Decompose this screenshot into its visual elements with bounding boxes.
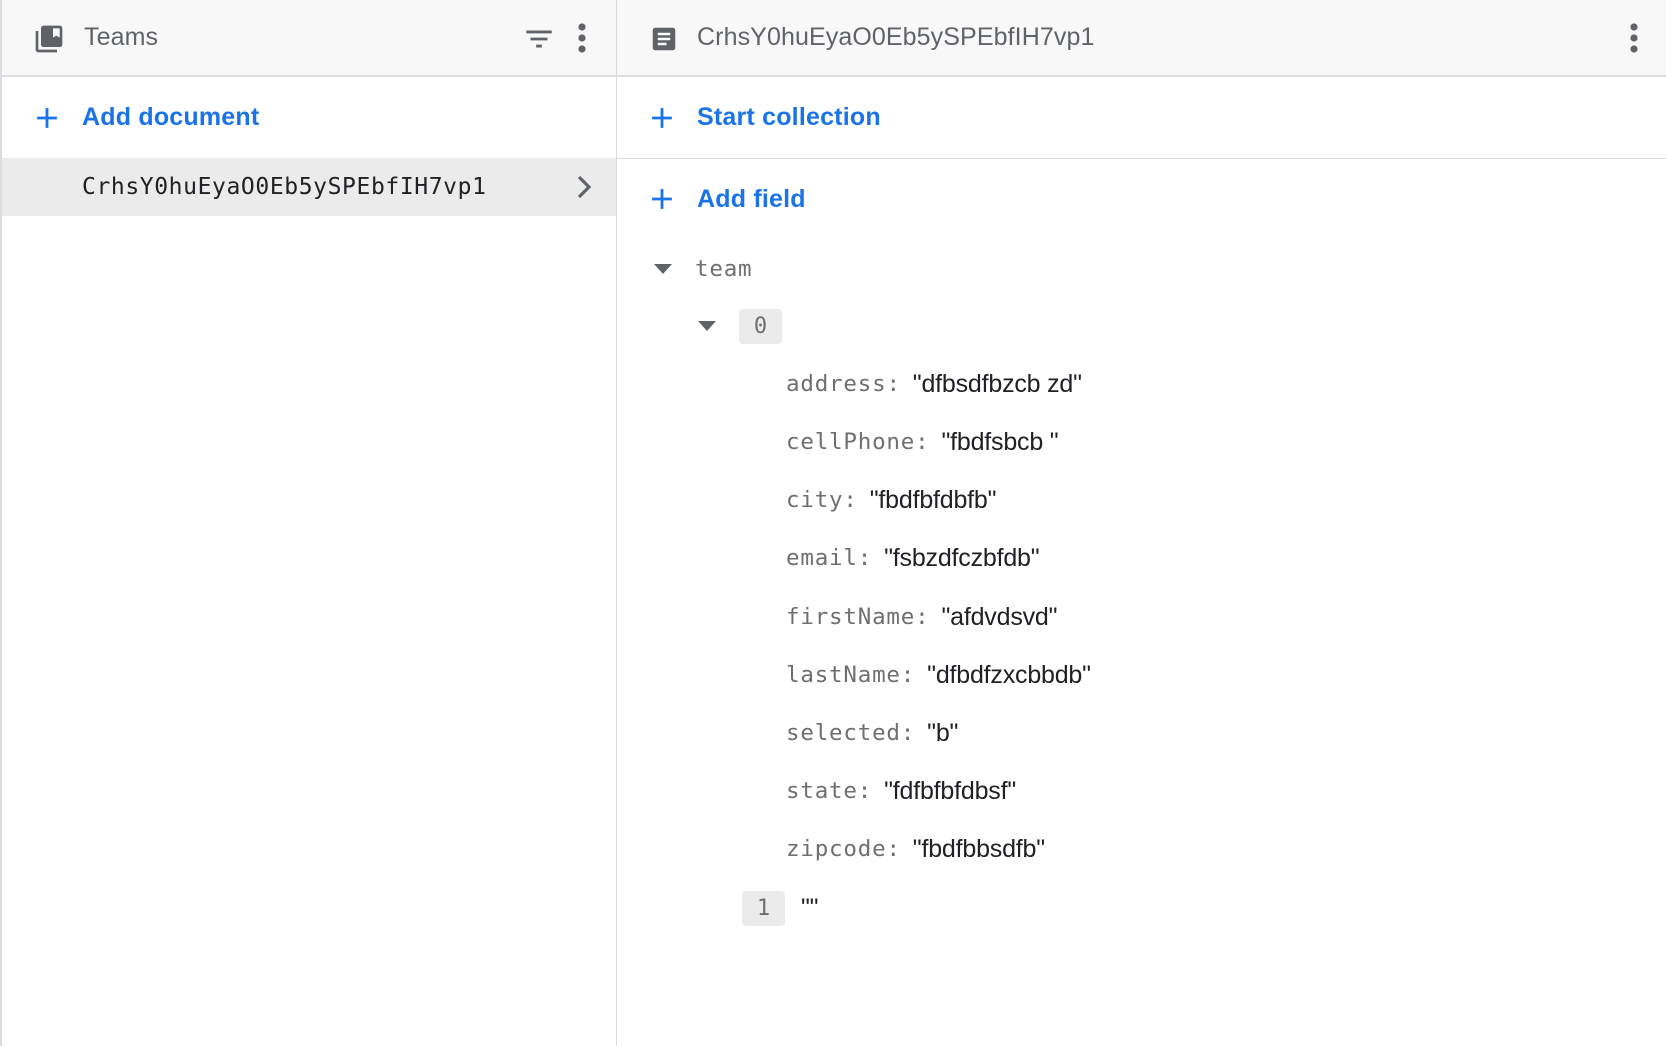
document-more-button[interactable] (1622, 18, 1646, 58)
add-field-label: Add field (697, 184, 806, 213)
field-value: "" (801, 893, 819, 922)
plus-icon (652, 189, 672, 209)
filter-button[interactable] (520, 20, 558, 58)
map-entry[interactable]: lastName: "dfbdfzxcbbdb" (786, 655, 1091, 695)
collection-pane: Teams Add document CrhsY0huEyaO0Eb5ySPEb… (0, 0, 617, 1046)
filter-icon (526, 30, 552, 48)
more-vert-icon (578, 23, 586, 53)
map-entry[interactable]: selected: "b" (786, 713, 958, 753)
field-key: firstName: (786, 604, 930, 630)
field-key: team (695, 256, 753, 282)
field-value: "fdfbfbfdbsf" (884, 776, 1016, 805)
more-vert-icon (1630, 23, 1638, 53)
chevron-right-icon (577, 175, 592, 199)
map-entry[interactable]: zipcode: "fbdfbbsdfb" (786, 829, 1045, 869)
caret-down-icon[interactable] (697, 320, 717, 332)
field-key: lastName: (786, 662, 916, 688)
map-entry[interactable]: city: "fbdfbfdbfb" (786, 480, 997, 520)
map-entry[interactable]: email: "fsbzdfczbfdb" (786, 538, 1040, 578)
document-id: CrhsY0huEyaO0Eb5ySPEbfIH7vp1 (82, 174, 487, 200)
map-entry[interactable]: cellPhone: "fbdfsbcb " (786, 422, 1059, 462)
start-collection-label: Start collection (697, 103, 881, 131)
array-index-badge: 1 (742, 890, 785, 926)
collection-header: Teams (2, 0, 616, 77)
field-team[interactable]: team (653, 249, 752, 289)
add-document-button[interactable]: Add document (2, 77, 616, 158)
start-collection-button[interactable]: Start collection (617, 77, 1666, 158)
plus-icon (652, 107, 672, 128)
field-value: "b" (927, 718, 959, 747)
field-value: "fbdfbfdbfb" (869, 485, 997, 514)
add-document-label: Add document (82, 103, 260, 131)
caret-down-icon[interactable] (653, 263, 673, 275)
document-list-item[interactable]: CrhsY0huEyaO0Eb5ySPEbfIH7vp1 (2, 158, 616, 216)
field-key: selected: (786, 720, 916, 746)
field-key: city: (786, 487, 858, 513)
field-key: address: (786, 371, 901, 397)
add-field-button[interactable]: Add field (617, 159, 1666, 239)
field-value: "afdvdsvd" (941, 602, 1058, 631)
field-value: "dfbsdfbzcb zd" (912, 369, 1082, 398)
field-key: state: (786, 778, 873, 804)
collection-title: Teams (84, 23, 159, 51)
document-title: CrhsY0huEyaO0Eb5ySPEbfIH7vp1 (697, 23, 1095, 51)
field-value: "dfbdfzxcbbdb" (927, 660, 1091, 689)
document-pane: CrhsY0huEyaO0Eb5ySPEbfIH7vp1 Start colle… (617, 0, 1666, 1046)
map-entry[interactable]: firstName: "afdvdsvd" (786, 597, 1057, 637)
collection-icon (32, 22, 66, 56)
map-entry[interactable]: state: "fdfbfbfdbsf" (786, 771, 1016, 811)
document-icon (647, 22, 681, 56)
array-item-1[interactable]: 1 "" (742, 888, 819, 928)
array-index-badge: 0 (739, 308, 782, 344)
field-key: zipcode: (786, 836, 901, 862)
collection-more-button[interactable] (570, 18, 594, 58)
field-key: email: (786, 545, 873, 571)
document-header: CrhsY0huEyaO0Eb5ySPEbfIH7vp1 (617, 0, 1666, 77)
map-entry[interactable]: address: "dfbsdfbzcb zd" (786, 364, 1082, 404)
field-value: "fsbzdfczbfdb" (884, 543, 1040, 572)
plus-icon (37, 107, 57, 128)
array-item-0[interactable]: 0 (697, 306, 782, 346)
field-value: "fbdfsbcb " (941, 427, 1059, 456)
field-value: "fbdfbbsdfb" (912, 834, 1045, 863)
field-key: cellPhone: (786, 429, 930, 455)
